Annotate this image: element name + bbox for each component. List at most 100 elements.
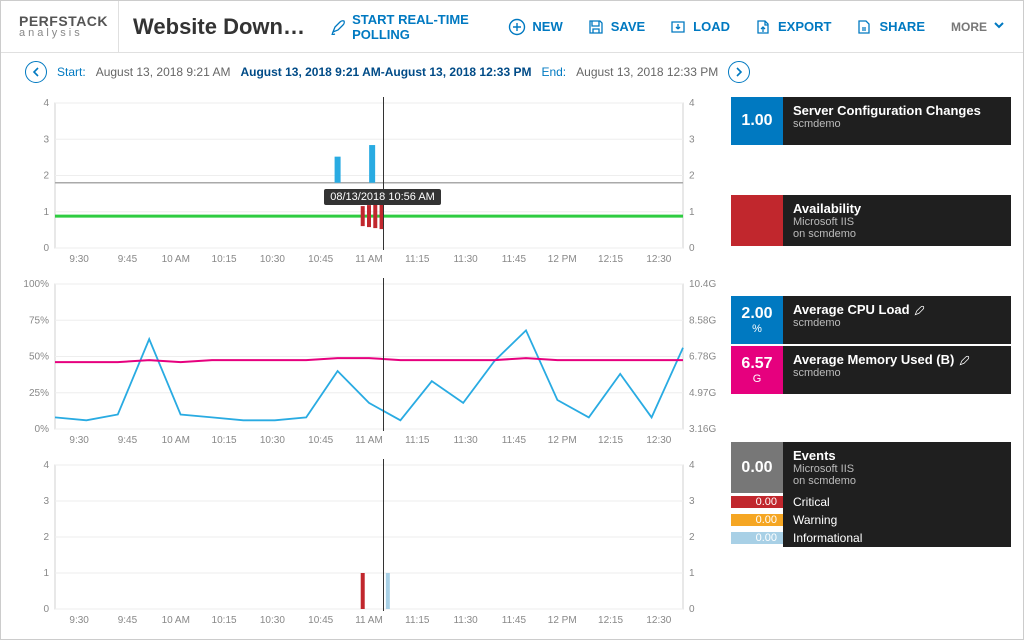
svg-text:12 PM: 12 PM xyxy=(548,435,577,446)
svg-text:2: 2 xyxy=(43,532,49,543)
metrics-sidebar: 1.00Server Configuration Changesscmdemo A… xyxy=(731,97,1011,627)
time-next-button[interactable] xyxy=(728,61,750,83)
metric-title: Server Configuration Changes xyxy=(793,103,1001,118)
svg-text:10:45: 10:45 xyxy=(308,435,333,446)
metric-card[interactable]: 2.00%Average CPU Load scmdemo xyxy=(731,296,1011,344)
svg-text:12:30: 12:30 xyxy=(646,435,671,446)
svg-text:12:15: 12:15 xyxy=(598,615,623,626)
svg-text:11 AM: 11 AM xyxy=(355,615,383,626)
save-button[interactable]: SAVE xyxy=(579,12,653,42)
svg-text:10:15: 10:15 xyxy=(212,615,237,626)
toolbar: PERFSTACK analysis Website Down Due t...… xyxy=(1,1,1023,53)
svg-text:9:45: 9:45 xyxy=(118,615,138,626)
new-button[interactable]: NEW xyxy=(500,12,570,42)
share-button[interactable]: SHARE xyxy=(847,12,933,42)
svg-text:2: 2 xyxy=(689,171,695,182)
svg-text:50%: 50% xyxy=(29,352,49,363)
svg-text:10 AM: 10 AM xyxy=(162,615,190,626)
metric-title: Average Memory Used (B) xyxy=(793,352,1001,367)
metric-sub: scmdemo xyxy=(793,367,1001,379)
metric-card[interactable]: 1.00Server Configuration Changesscmdemo xyxy=(731,97,1011,145)
metric-chip: 6.57G xyxy=(731,346,783,394)
polling-label: START REAL-TIME POLLING xyxy=(352,12,484,42)
svg-text:10:15: 10:15 xyxy=(212,435,237,446)
load-icon xyxy=(669,18,687,36)
svg-text:11:30: 11:30 xyxy=(453,254,478,265)
rocket-icon xyxy=(330,18,346,36)
svg-text:9:45: 9:45 xyxy=(118,435,138,446)
svg-text:3: 3 xyxy=(689,134,695,145)
svg-text:1: 1 xyxy=(689,568,695,579)
svg-text:0: 0 xyxy=(43,604,49,615)
svg-text:0: 0 xyxy=(43,243,49,254)
start-value[interactable]: August 13, 2018 9:21 AM xyxy=(96,65,231,79)
svg-text:0%: 0% xyxy=(35,424,50,435)
time-range-bar: Start: August 13, 2018 9:21 AM August 13… xyxy=(1,53,1023,91)
metric-chip xyxy=(731,195,783,246)
svg-text:0: 0 xyxy=(689,243,695,254)
svg-text:1: 1 xyxy=(43,568,49,579)
svg-text:9:45: 9:45 xyxy=(118,254,138,265)
svg-text:10 AM: 10 AM xyxy=(162,435,190,446)
svg-text:100%: 100% xyxy=(23,279,49,290)
event-rows: 0.00Critical0.00Warning0.00Informational xyxy=(731,493,1011,547)
svg-text:4: 4 xyxy=(43,460,49,471)
export-button[interactable]: EXPORT xyxy=(746,12,839,42)
end-label: End: xyxy=(541,65,566,79)
plus-circle-icon xyxy=(508,18,526,36)
svg-text:10:45: 10:45 xyxy=(308,615,333,626)
svg-text:1: 1 xyxy=(689,207,695,218)
svg-text:12:30: 12:30 xyxy=(646,615,671,626)
svg-text:11:45: 11:45 xyxy=(502,254,527,265)
event-row: 0.00Warning xyxy=(731,511,1011,529)
start-polling-button[interactable]: START REAL-TIME POLLING xyxy=(322,6,492,48)
svg-text:2: 2 xyxy=(43,171,49,182)
metric-title: Availability xyxy=(793,201,1001,216)
save-icon xyxy=(587,18,605,36)
svg-text:10:30: 10:30 xyxy=(260,254,285,265)
svg-text:3: 3 xyxy=(43,134,49,145)
event-row: 0.00Informational xyxy=(731,529,1011,547)
metric-card[interactable]: 0.00EventsMicrosoft IISon scmdemo xyxy=(731,442,1011,493)
metric-card[interactable]: 6.57G Average Memory Used (B) scmdemo xyxy=(731,346,1011,394)
metric-chip: 0.00 xyxy=(731,442,783,493)
metric-sub: scmdemo xyxy=(793,118,1001,130)
svg-text:8.58G: 8.58G xyxy=(689,315,716,326)
start-label: Start: xyxy=(57,65,86,79)
svg-text:1: 1 xyxy=(43,207,49,218)
brand-sub: analysis xyxy=(19,28,108,39)
chevron-down-icon xyxy=(993,19,1005,34)
svg-text:4: 4 xyxy=(689,460,695,471)
svg-text:11:15: 11:15 xyxy=(405,615,430,626)
load-button[interactable]: LOAD xyxy=(661,12,738,42)
svg-text:0: 0 xyxy=(689,604,695,615)
time-marker-bubble: 08/13/2018 10:56 AM xyxy=(324,189,441,205)
svg-text:6.78G: 6.78G xyxy=(689,352,716,363)
time-prev-button[interactable] xyxy=(25,61,47,83)
chart-panel-3[interactable]: 00112233449:309:4510 AM10:1510:3010:4511… xyxy=(13,459,725,627)
svg-text:10:30: 10:30 xyxy=(260,615,285,626)
chart-panel-1[interactable]: 00112233449:309:4510 AM10:1510:3010:4511… xyxy=(13,97,725,266)
event-row: 0.00Critical xyxy=(731,493,1011,511)
svg-text:10:15: 10:15 xyxy=(212,254,237,265)
svg-text:12:15: 12:15 xyxy=(598,254,623,265)
svg-text:4: 4 xyxy=(43,98,49,109)
svg-text:12:15: 12:15 xyxy=(598,435,623,446)
metric-sub: scmdemo xyxy=(793,317,1001,329)
share-icon xyxy=(855,18,873,36)
svg-text:3: 3 xyxy=(43,496,49,507)
more-button[interactable]: MORE xyxy=(941,13,1015,40)
svg-text:4.97G: 4.97G xyxy=(689,388,716,399)
end-value[interactable]: August 13, 2018 12:33 PM xyxy=(576,65,718,79)
svg-text:10 AM: 10 AM xyxy=(162,254,190,265)
metric-card[interactable]: AvailabilityMicrosoft IISon scmdemo xyxy=(731,195,1011,246)
svg-text:11:15: 11:15 xyxy=(405,254,430,265)
chart-panel-2[interactable]: 0%3.16G25%4.97G50%6.78G75%8.58G100%10.4G… xyxy=(13,278,725,447)
brand: PERFSTACK analysis xyxy=(9,1,119,52)
metric-sub: Microsoft IIS xyxy=(793,463,1001,475)
svg-text:9:30: 9:30 xyxy=(69,435,89,446)
svg-text:10:45: 10:45 xyxy=(308,254,333,265)
svg-text:10.4G: 10.4G xyxy=(689,279,716,290)
svg-text:25%: 25% xyxy=(29,388,49,399)
svg-text:3.16G: 3.16G xyxy=(689,424,716,435)
